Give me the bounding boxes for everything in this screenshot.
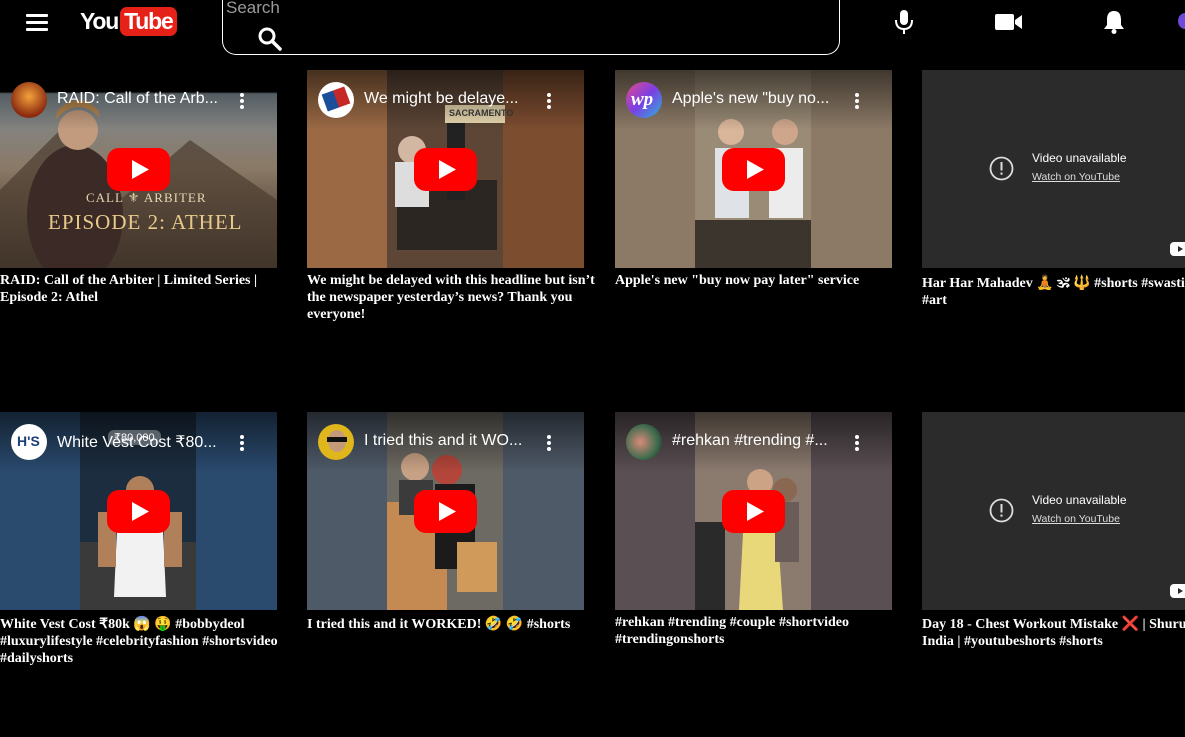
youtube-mini-logo-icon[interactable] — [1170, 242, 1185, 256]
play-button-icon[interactable] — [414, 148, 477, 191]
overlay-title[interactable]: RAID: Call of the Arb... — [57, 90, 220, 108]
video-title[interactable]: #rehkan #trending #couple #shortvideo #t… — [615, 614, 905, 648]
hamburger-menu-icon[interactable] — [26, 12, 50, 34]
video-camera-icon[interactable] — [994, 12, 1023, 32]
youtube-mini-logo-icon[interactable] — [1170, 584, 1185, 598]
play-button-icon[interactable] — [722, 490, 785, 533]
video-title[interactable]: Day 18 - Chest Workout Mistake ❌ | Shuru… — [922, 616, 1185, 650]
more-options-icon[interactable] — [236, 432, 246, 452]
play-button-icon[interactable] — [107, 148, 170, 191]
overlay-title[interactable]: #rehkan #trending #... — [672, 432, 835, 450]
overlay-title[interactable]: Apple's new "buy no... — [672, 90, 835, 108]
channel-avatar[interactable]: wp — [626, 82, 662, 118]
video-title[interactable]: I tried this and it WORKED! 🤣 🤣 #shorts — [307, 616, 597, 633]
avatar-text: wp — [631, 89, 654, 110]
unavailable-player: Video unavailable Watch on YouTube — [922, 70, 1185, 268]
watch-on-youtube-link[interactable]: Watch on YouTube — [1032, 513, 1120, 525]
more-options-icon[interactable] — [236, 90, 246, 110]
overlay-title[interactable]: White Vest Cost ₹80... — [57, 432, 220, 452]
exclamation-circle-icon — [989, 156, 1014, 181]
search-input[interactable] — [226, 0, 786, 16]
account-avatar[interactable] — [1178, 13, 1185, 29]
video-thumbnail[interactable]: CALL ⚜ ARBITER EPISODE 2: ATHEL RAID: Ca… — [0, 70, 277, 268]
thumbnail-text: SACRAMENTO — [449, 108, 514, 118]
video-thumbnail[interactable]: #rehkan #trending #... — [615, 412, 892, 610]
video-thumbnail[interactable]: ₹80,000 H'S White Vest Cost ₹80... — [0, 412, 277, 610]
search-box — [222, 0, 840, 55]
play-button-icon[interactable] — [722, 148, 785, 191]
more-options-icon[interactable] — [543, 432, 553, 452]
channel-avatar[interactable] — [626, 424, 662, 460]
watch-on-youtube-link[interactable]: Watch on YouTube — [1032, 171, 1120, 183]
avatar-art — [321, 86, 351, 112]
more-options-icon[interactable] — [851, 90, 861, 110]
thumbnail-text: EPISODE 2: ATHEL — [48, 210, 243, 234]
channel-avatar[interactable]: H'S — [11, 424, 47, 460]
video-title[interactable]: Apple's new "buy now pay later" service — [615, 272, 905, 289]
unavailable-player: Video unavailable Watch on YouTube — [922, 412, 1185, 610]
exclamation-circle-icon — [989, 498, 1014, 523]
overlay-title[interactable]: We might be delaye... — [364, 90, 527, 108]
more-options-icon[interactable] — [851, 432, 861, 452]
video-title[interactable]: RAID: Call of the Arbiter | Limited Seri… — [0, 272, 290, 306]
logo-tube-text: Tube — [120, 6, 177, 36]
play-button-icon[interactable] — [414, 490, 477, 533]
video-thumbnail[interactable]: I tried this and it WO... — [307, 412, 584, 610]
avatar-art — [327, 437, 347, 442]
video-thumbnail[interactable]: SACRAMENTO We might be delaye... — [307, 70, 584, 268]
unavailable-message: Video unavailable — [1032, 493, 1127, 507]
logo-you-text: You — [80, 7, 119, 34]
channel-avatar[interactable] — [318, 424, 354, 460]
bell-icon[interactable] — [1102, 9, 1126, 35]
overlay-title[interactable]: I tried this and it WO... — [364, 432, 527, 450]
more-options-icon[interactable] — [543, 90, 553, 110]
search-icon[interactable] — [257, 26, 283, 52]
channel-avatar[interactable] — [11, 82, 47, 118]
avatar-text: H'S — [17, 433, 40, 449]
channel-avatar[interactable] — [318, 82, 354, 118]
microphone-icon[interactable] — [893, 9, 915, 35]
video-title[interactable]: We might be delayed with this headline b… — [307, 272, 597, 323]
masthead: You Tube — [0, 0, 1185, 56]
play-button-icon[interactable] — [107, 490, 170, 533]
video-title[interactable]: Har Har Mahadev 🧘 🕉 🔱 #shorts #swastik #… — [922, 275, 1185, 309]
unavailable-message: Video unavailable — [1032, 151, 1127, 165]
video-thumbnail[interactable]: wp Apple's new "buy no... — [615, 70, 892, 268]
youtube-logo[interactable]: You Tube — [80, 6, 177, 36]
video-title[interactable]: White Vest Cost ₹80k 😱 🤑 #bobbydeol #lux… — [0, 616, 290, 667]
thumbnail-text: CALL ⚜ ARBITER — [86, 190, 207, 205]
